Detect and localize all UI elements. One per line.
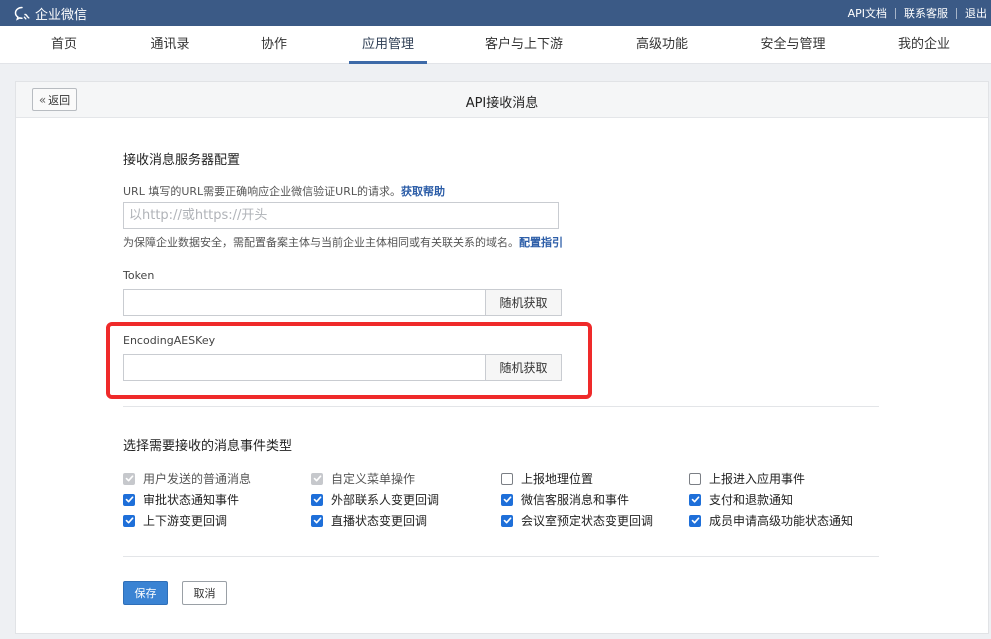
event-checkbox-item[interactable]: 审批状态通知事件 [123,491,239,508]
event-checkbox[interactable] [501,493,513,506]
event-checkbox-label: 审批状态通知事件 [143,493,240,507]
actions-divider [123,556,879,557]
checkmark-icon [503,496,511,503]
event-checkbox-label: 上报地理位置 [521,472,594,486]
checkmark-icon [691,496,699,503]
checkmark-icon [313,496,321,503]
logo-text: 企业微信 [35,8,88,23]
encoding-aes-key-label: EncodingAESKey [123,334,216,347]
event-checkbox-item[interactable]: 支付和退款通知 [689,491,793,508]
section-divider [123,406,879,407]
logo[interactable]: 企业微信 [14,4,87,23]
page-title: API接收消息 [465,96,539,111]
checkmark-icon [125,496,133,503]
event-checkbox[interactable] [689,493,701,506]
checkmark-icon [125,475,133,482]
event-types-title: 选择需要接收的消息事件类型 [123,439,293,454]
event-checkbox-label: 支付和退款通知 [709,493,794,507]
event-checkbox[interactable] [501,514,513,527]
event-checkbox-label: 上报进入应用事件 [709,472,806,486]
event-checkbox[interactable] [689,472,701,485]
checkmark-icon [503,517,511,524]
checkmark-icon [125,517,133,524]
url-hint: URL 填写的URL需要正确响应企业微信验证URL的请求。获取帮助 [123,183,445,199]
top-link-divider [956,7,957,19]
tab-customers-upstream[interactable]: 客户与上下游 [483,26,565,64]
aes-key-random-button[interactable]: 随机获取 [486,354,562,381]
main-nav: 首页 通讯录 协作 应用管理 客户与上下游 高级功能 安全与管理 我的企业 [0,26,991,64]
token-input[interactable] [123,289,486,316]
event-checkbox-label: 会议室预定状态变更回调 [521,514,654,528]
url-input[interactable] [123,202,559,229]
event-checkbox-item[interactable]: 上报进入应用事件 [689,470,805,487]
tab-security-management[interactable]: 安全与管理 [758,26,828,64]
event-checkbox [311,472,323,485]
domain-hint-text: 为保障企业数据安全，需配置备案主体与当前企业主体相同或有关联关系的域名。 [123,236,519,249]
api-receive-panel: « 返回 API接收消息 接收消息服务器配置 URL 填写的URL需要正确响应企… [15,81,989,634]
top-links: API文档 联系客服 退出 [848,5,987,21]
event-checkbox-item[interactable]: 直播状态变更回调 [311,512,427,529]
chat-bubble-logo-icon [14,6,30,21]
checkmark-icon [691,517,699,524]
event-checkbox[interactable] [501,472,513,485]
api-docs-link[interactable]: API文档 [848,5,887,21]
contact-support-link[interactable]: 联系客服 [904,5,948,21]
event-checkbox-label: 自定义菜单操作 [331,472,416,486]
event-checkbox-item: 用户发送的普通消息 [123,470,251,487]
event-checkbox-item[interactable]: 微信客服消息和事件 [501,491,629,508]
token-label: Token [123,269,155,282]
event-checkbox[interactable] [311,493,323,506]
top-bar: 企业微信 API文档 联系客服 退出 [0,0,991,26]
event-checkbox-item[interactable]: 上下游变更回调 [123,512,227,529]
encoding-aes-key-input[interactable] [123,354,486,381]
domain-hint: 为保障企业数据安全，需配置备案主体与当前企业主体相同或有关联关系的域名。配置指引 [123,234,563,250]
tab-my-enterprise[interactable]: 我的企业 [896,26,952,64]
event-checkbox-item: 自定义菜单操作 [311,470,415,487]
token-random-button[interactable]: 随机获取 [486,289,562,316]
event-checkbox[interactable] [689,514,701,527]
cancel-button[interactable]: 取消 [182,581,227,605]
tab-home[interactable]: 首页 [48,26,80,64]
logout-link[interactable]: 退出 [965,5,987,21]
event-checkbox-item[interactable]: 外部联系人变更回调 [311,491,439,508]
event-checkbox [123,472,135,485]
event-checkbox[interactable] [311,514,323,527]
tab-app-management[interactable]: 应用管理 [349,26,427,64]
event-checkbox[interactable] [123,514,135,527]
event-checkbox-label: 外部联系人变更回调 [331,493,440,507]
event-checkbox-label: 微信客服消息和事件 [521,493,630,507]
event-checkbox-label: 成员申请高级功能状态通知 [709,514,854,528]
server-config-title: 接收消息服务器配置 [123,153,241,168]
tab-contacts[interactable]: 通讯录 [149,26,191,64]
top-link-divider [895,7,896,19]
event-checkbox-label: 直播状态变更回调 [331,514,428,528]
config-guide-link[interactable]: 配置指引 [519,236,563,249]
event-checkbox-item[interactable]: 成员申请高级功能状态通知 [689,512,853,529]
url-hint-text: URL 填写的URL需要正确响应企业微信验证URL的请求。 [123,185,401,198]
tab-collaboration[interactable]: 协作 [259,26,289,64]
get-help-link[interactable]: 获取帮助 [401,185,445,198]
save-button[interactable]: 保存 [123,581,168,605]
event-checkbox-label: 上下游变更回调 [143,514,228,528]
checkmark-icon [313,475,321,482]
event-checkbox-label: 用户发送的普通消息 [143,472,252,486]
panel-header: « 返回 API接收消息 [16,82,988,118]
event-checkbox[interactable] [123,493,135,506]
event-checkbox-item[interactable]: 会议室预定状态变更回调 [501,512,653,529]
event-checkbox-item[interactable]: 上报地理位置 [501,470,593,487]
tab-advanced-features[interactable]: 高级功能 [634,26,690,64]
checkmark-icon [313,517,321,524]
